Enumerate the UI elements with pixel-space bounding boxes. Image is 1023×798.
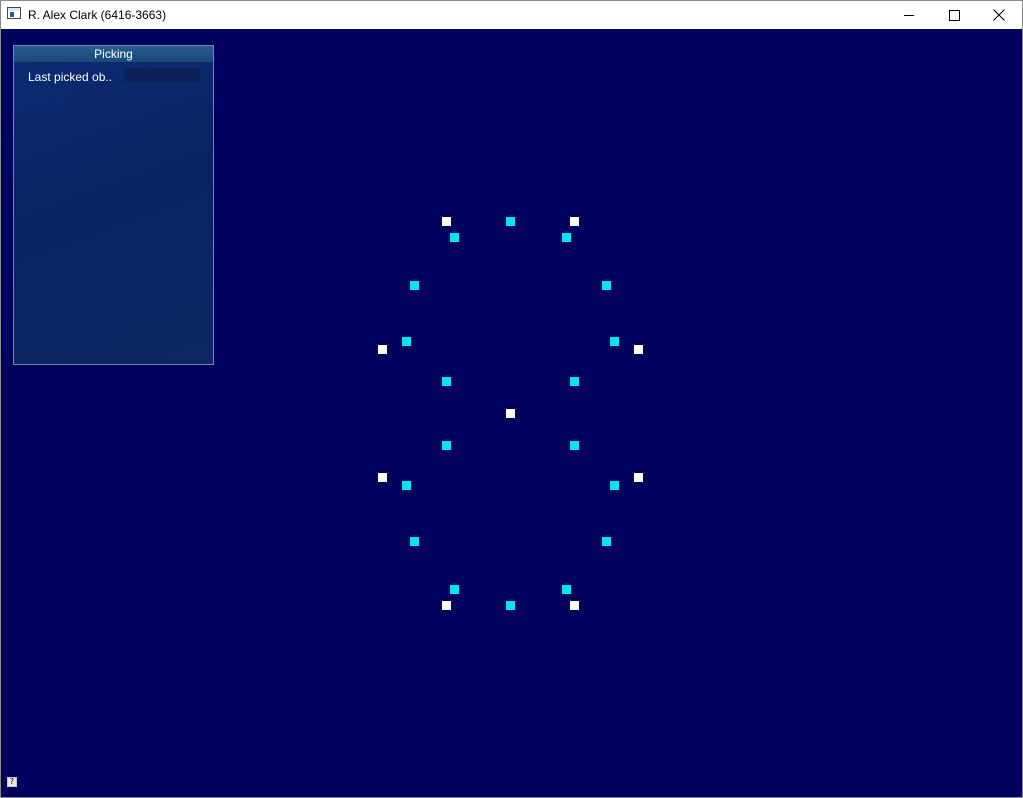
window-title: R. Alex Clark (6416-3663)	[28, 8, 167, 22]
cyan-point[interactable]	[442, 441, 451, 450]
cyan-point[interactable]	[442, 377, 451, 386]
last-picked-value	[124, 68, 200, 82]
cyan-point[interactable]	[450, 585, 459, 594]
last-picked-label: Last picked ob..	[28, 70, 113, 84]
cyan-point[interactable]	[450, 233, 459, 242]
white-point[interactable]	[570, 217, 579, 226]
maximize-icon	[948, 9, 960, 21]
white-point[interactable]	[570, 601, 579, 610]
maximize-button[interactable]	[931, 1, 977, 29]
cyan-point[interactable]	[402, 481, 411, 490]
panel-title[interactable]: Picking	[14, 46, 213, 62]
minimize-icon	[903, 14, 914, 16]
cyan-point[interactable]	[602, 537, 611, 546]
white-point[interactable]	[378, 345, 387, 354]
cyan-point[interactable]	[410, 281, 419, 290]
cyan-point[interactable]	[506, 217, 515, 226]
cyan-point[interactable]	[570, 377, 579, 386]
white-point[interactable]	[442, 217, 451, 226]
cyan-point[interactable]	[402, 337, 411, 346]
render-viewport[interactable]: Picking Last picked ob.. ?	[1, 29, 1022, 797]
help-icon[interactable]: ?	[7, 777, 17, 787]
cyan-point[interactable]	[610, 337, 619, 346]
minimize-button[interactable]	[886, 1, 932, 29]
cyan-point[interactable]	[602, 281, 611, 290]
cyan-point[interactable]	[610, 481, 619, 490]
cyan-point[interactable]	[506, 601, 515, 610]
cyan-point[interactable]	[570, 441, 579, 450]
white-point[interactable]	[634, 473, 643, 482]
white-point[interactable]	[634, 345, 643, 354]
app-window: R. Alex Clark (6416-3663) Picking Last p…	[0, 0, 1023, 798]
title-bar[interactable]: R. Alex Clark (6416-3663)	[1, 1, 1022, 29]
cyan-point[interactable]	[410, 537, 419, 546]
close-icon	[993, 9, 1005, 21]
app-window-icon[interactable]	[7, 7, 21, 19]
picking-panel[interactable]: Picking Last picked ob..	[13, 45, 214, 365]
cyan-point[interactable]	[562, 233, 571, 242]
cyan-point[interactable]	[562, 585, 571, 594]
white-point[interactable]	[506, 409, 515, 418]
white-point[interactable]	[378, 473, 387, 482]
close-button[interactable]	[976, 1, 1022, 29]
white-point[interactable]	[442, 601, 451, 610]
